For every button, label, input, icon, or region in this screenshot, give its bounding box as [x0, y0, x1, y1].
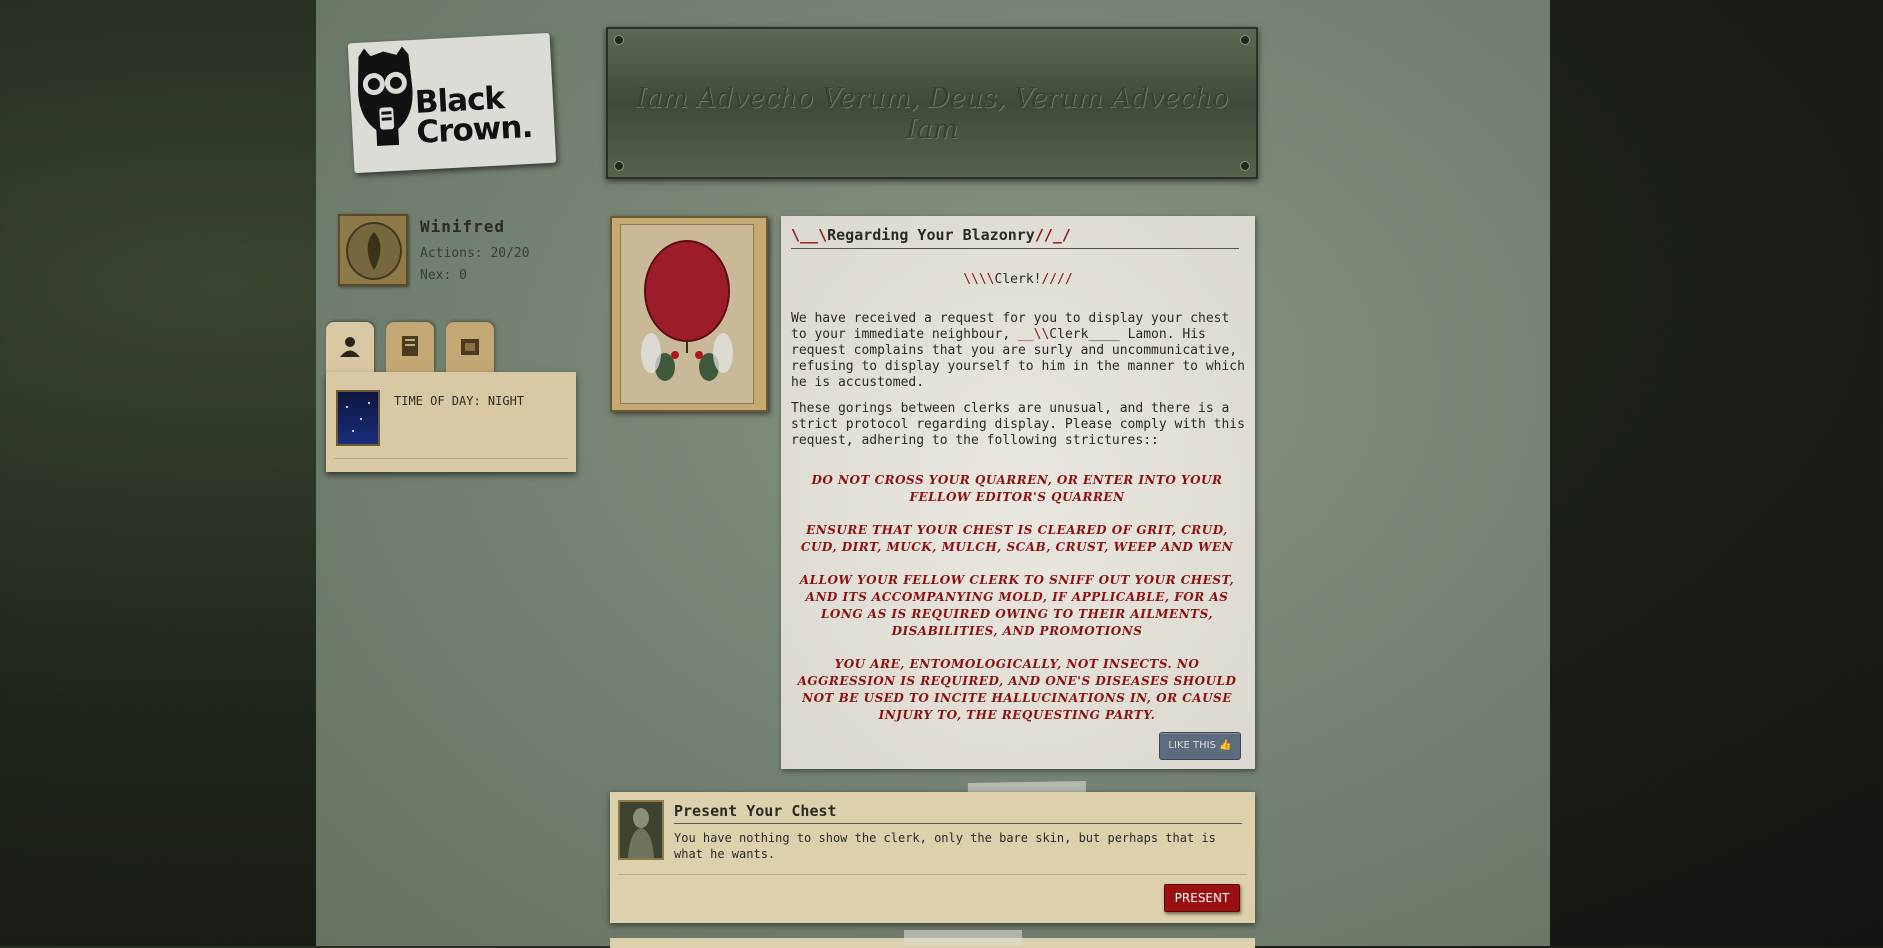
status-panel: TIME OF DAY: NIGHT	[326, 372, 576, 472]
branch-option: Present Your Chest You have nothing to s…	[610, 792, 1255, 923]
salutation-text: Clerk!	[994, 272, 1042, 287]
like-button-label: LIKE THIS	[1168, 740, 1216, 751]
title-ornament-left: \__\	[791, 226, 828, 244]
stricture-1: DO NOT CROSS YOUR QUARREN, OR ENTER INTO…	[811, 473, 1223, 504]
branch-title: Present Your Chest	[674, 802, 1242, 824]
branch-description: You have nothing to show the clerk, only…	[674, 831, 1216, 861]
nex-counter: Nex: 0	[420, 268, 467, 283]
logo-text-line2: Crown.	[415, 108, 534, 151]
actions-counter: Actions: 20/20	[420, 246, 530, 261]
thumbs-up-icon: 👍	[1219, 740, 1232, 751]
storylet-title: \__\Regarding Your Blazonry//_/	[791, 226, 1239, 249]
rivet-icon	[614, 161, 624, 171]
branch-figure-icon	[618, 800, 664, 860]
salutation-ornament-left: \\\\	[963, 272, 995, 287]
stricture-3: ALLOW YOUR FELLOW CLERK TO SNIFF OUT YOU…	[799, 573, 1235, 638]
time-of-day-label: TIME OF DAY: NIGHT	[394, 394, 525, 408]
clerk-name: Clerk____	[1049, 327, 1120, 342]
box-icon	[461, 339, 479, 355]
stricture-2: ENSURE THAT YOUR CHEST IS CLEARED OF GRI…	[800, 523, 1234, 554]
player-name[interactable]: Winifred	[420, 217, 505, 236]
storylet-paragraph-2: These gorings between clerks are unusual…	[791, 401, 1245, 448]
rivet-icon	[1240, 35, 1250, 45]
notebook-icon	[402, 336, 418, 356]
person-icon	[340, 337, 360, 357]
tab-inventory[interactable]	[446, 322, 494, 372]
page-background: Black Crown. Iam Advecho Verum, Deus, Ve…	[316, 0, 1550, 948]
stricture-4: YOU ARE, ENTOMOLOGICALLY, NOT INSECTS. N…	[797, 657, 1237, 722]
avatar[interactable]	[338, 214, 408, 286]
title-ornament-right: //_/	[1034, 226, 1071, 244]
salutation-ornament-right: ////	[1041, 272, 1073, 287]
flies-illustration-icon	[620, 224, 754, 404]
tab-journal[interactable]	[386, 322, 434, 372]
salutation: \\\\Clerk!////	[781, 272, 1255, 287]
rivet-icon	[1240, 161, 1250, 171]
avatar-portrait-icon	[346, 222, 402, 280]
storylet-panel: \__\Regarding Your Blazonry//_/ \\\\Cler…	[781, 216, 1255, 769]
like-button[interactable]: LIKE THIS 👍	[1159, 732, 1241, 760]
divider	[334, 458, 568, 459]
tape-strip	[904, 930, 1022, 946]
tab-profile[interactable]	[326, 322, 374, 378]
black-crown-logo[interactable]: Black Crown.	[347, 32, 557, 174]
divider	[618, 874, 1247, 875]
storylet-title-text: Regarding Your Blazonry	[827, 226, 1035, 244]
present-button[interactable]: PRESENT	[1164, 884, 1240, 912]
clerk-ornament: __\\	[1017, 327, 1050, 342]
motto-text: Iam Advecho Verum, Deus, Verum Advecho I…	[635, 83, 1229, 145]
night-sky-icon	[336, 390, 380, 446]
rivet-icon	[614, 35, 624, 45]
storylet-paragraph-1: We have received a request for you to di…	[791, 311, 1247, 391]
gas-mask-icon	[358, 46, 413, 146]
motto-banner: Iam Advecho Verum, Deus, Verum Advecho I…	[606, 27, 1258, 179]
storylet-card	[610, 216, 768, 412]
